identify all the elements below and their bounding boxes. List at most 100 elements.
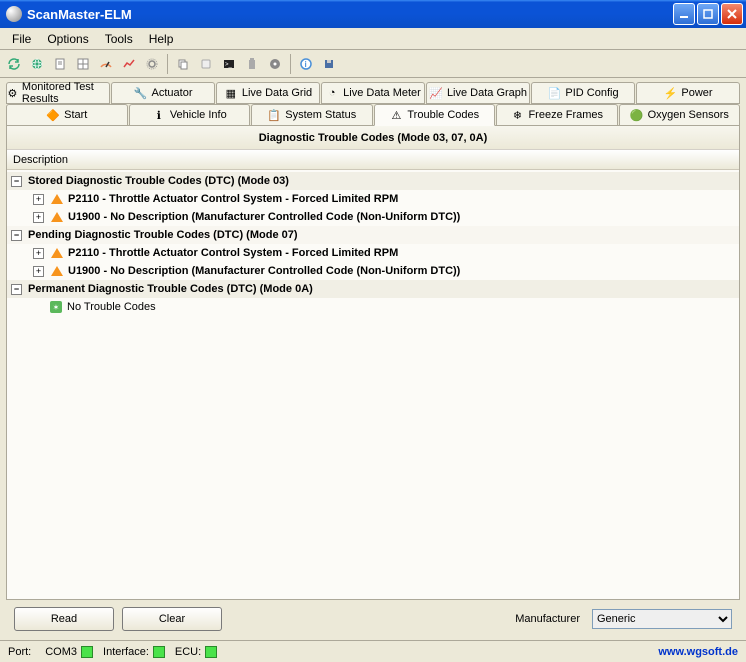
menu-file[interactable]: File [4, 30, 39, 48]
button-row: Read Clear Manufacturer Generic [6, 602, 740, 636]
toolbar-grid-icon[interactable] [73, 54, 93, 74]
gear-icon: ⚙ [7, 86, 18, 100]
collapse-icon[interactable]: − [11, 230, 22, 241]
toolbar-separator [290, 54, 291, 74]
maximize-button[interactable] [697, 3, 719, 25]
tree-item[interactable]: + U1900 - No Description (Manufacturer C… [7, 208, 739, 226]
tab-label: PID Config [565, 87, 618, 99]
read-button[interactable]: Read [14, 607, 114, 631]
tab-vehicle-info[interactable]: ℹVehicle Info [129, 104, 251, 126]
freeze-icon: ❄ [510, 108, 524, 122]
tab-label: Monitored Test Results [22, 81, 109, 105]
meter-icon: ◔ [325, 86, 339, 100]
tree-group-pending[interactable]: − Pending Diagnostic Trouble Codes (DTC)… [7, 226, 739, 244]
tree-item-label: U1900 - No Description (Manufacturer Con… [68, 211, 460, 223]
toolbar-battery-icon[interactable] [242, 54, 262, 74]
tree-group-label: Stored Diagnostic Trouble Codes (DTC) (M… [28, 175, 289, 187]
menu-options[interactable]: Options [39, 30, 96, 48]
tab-live-data-grid[interactable]: ▦ Live Data Grid [216, 82, 320, 104]
tab-label: Live Data Graph [447, 87, 527, 99]
close-button[interactable] [721, 3, 743, 25]
power-icon: ⚡ [663, 86, 677, 100]
tab-power[interactable]: ⚡ Power [636, 82, 740, 104]
toolbar-disk-icon[interactable] [319, 54, 339, 74]
manufacturer-select[interactable]: Generic [592, 609, 732, 629]
status-interface-label: Interface: [103, 646, 149, 658]
tree-item[interactable]: + U1900 - No Description (Manufacturer C… [7, 262, 739, 280]
tab-label: System Status [285, 109, 356, 121]
expand-icon[interactable]: + [33, 266, 44, 277]
actuator-icon: 🔧 [134, 86, 148, 100]
tree-group-stored[interactable]: − Stored Diagnostic Trouble Codes (DTC) … [7, 172, 739, 190]
toolbar-info-icon[interactable]: i [296, 54, 316, 74]
toolbar-separator [167, 54, 168, 74]
warning-icon [50, 210, 64, 224]
tab-trouble-codes[interactable]: ⚠ Trouble Codes [374, 104, 496, 126]
expand-icon[interactable]: + [33, 248, 44, 259]
status-ecu-led-icon [205, 646, 217, 658]
tree-item[interactable]: + P2110 - Throttle Actuator Control Syst… [7, 244, 739, 262]
tab-label: Actuator [152, 87, 193, 99]
tab-system-status[interactable]: 📋 System Status [251, 104, 373, 126]
tab-live-data-meter[interactable]: ◔Live Data Meter [321, 82, 425, 104]
menu-tools[interactable]: Tools [97, 30, 141, 48]
svg-text:>_: >_ [225, 62, 233, 68]
tab-label: Power [681, 87, 712, 99]
warning-icon: ⚠ [389, 108, 403, 122]
collapse-icon[interactable]: − [11, 176, 22, 187]
tree-item[interactable]: ✶ No Trouble Codes [7, 298, 739, 316]
status-icon: 📋 [267, 108, 281, 122]
tab-actuator[interactable]: 🔧 Actuator [111, 82, 215, 104]
tab-pid-config[interactable]: 📄 PID Config [531, 82, 635, 104]
toolbar-meter-icon[interactable] [96, 54, 116, 74]
dtc-tree[interactable]: − Stored Diagnostic Trouble Codes (DTC) … [7, 170, 739, 599]
status-port-label: Port: [8, 646, 31, 658]
tab-start[interactable]: 🔶Start [6, 104, 128, 126]
tab-freeze-frames[interactable]: ❄ Freeze Frames [496, 104, 618, 126]
o2-icon: 🟢 [630, 108, 644, 122]
svg-text:i: i [305, 60, 307, 69]
toolbar-graph-icon[interactable] [119, 54, 139, 74]
expand-icon[interactable]: + [33, 212, 44, 223]
toolbar-globe-icon[interactable] [27, 54, 47, 74]
toolbar-refresh-icon[interactable] [4, 54, 24, 74]
tab-label: Freeze Frames [528, 109, 603, 121]
menu-help[interactable]: Help [141, 30, 182, 48]
grid-icon: ▦ [224, 86, 238, 100]
warning-icon [50, 264, 64, 278]
menubar: File Options Tools Help [0, 28, 746, 50]
tree-group-permanent[interactable]: − Permanent Diagnostic Trouble Codes (DT… [7, 280, 739, 298]
column-header-description[interactable]: Description [7, 150, 739, 170]
clear-button[interactable]: Clear [122, 607, 222, 631]
toolbar: >_ i [0, 50, 746, 78]
tree-group-label: Pending Diagnostic Trouble Codes (DTC) (… [28, 229, 298, 241]
tree-item[interactable]: + P2110 - Throttle Actuator Control Syst… [7, 190, 739, 208]
tab-live-data-graph[interactable]: 📈 Live Data Graph [426, 82, 530, 104]
tab-label: Vehicle Info [170, 109, 227, 121]
minimize-button[interactable] [673, 3, 695, 25]
toolbar-note-icon[interactable] [196, 54, 216, 74]
graph-icon: 📈 [429, 86, 443, 100]
status-port-led-icon [81, 646, 93, 658]
status-port-value: COM3 [45, 646, 77, 658]
toolbar-gear-icon[interactable] [142, 54, 162, 74]
doc-icon: 📄 [547, 86, 561, 100]
status-ecu-label: ECU: [175, 646, 201, 658]
tab-oxygen-sensors[interactable]: 🟢 Oxygen Sensors [619, 104, 741, 126]
status-url-link[interactable]: www.wgsoft.de [658, 646, 738, 658]
tabs-area: ⚙ Monitored Test Results 🔧 Actuator ▦ Live … [0, 78, 746, 125]
expand-icon[interactable]: + [33, 194, 44, 205]
toolbar-disc-icon[interactable] [265, 54, 285, 74]
window-title: ScanMaster-ELM [27, 7, 673, 22]
tab-label: Oxygen Sensors [648, 109, 729, 121]
tree-item-label: No Trouble Codes [67, 301, 156, 313]
toolbar-copy-icon[interactable] [173, 54, 193, 74]
tab-label: Trouble Codes [407, 109, 479, 121]
tab-label: Live Data Grid [242, 87, 312, 99]
toolbar-doc-icon[interactable] [50, 54, 70, 74]
collapse-icon[interactable]: − [11, 284, 22, 295]
warning-icon [50, 192, 64, 206]
tab-monitored-test-results[interactable]: ⚙ Monitored Test Results [6, 82, 110, 104]
toolbar-terminal-icon[interactable]: >_ [219, 54, 239, 74]
tree-item-label: P2110 - Throttle Actuator Control System… [68, 193, 398, 205]
